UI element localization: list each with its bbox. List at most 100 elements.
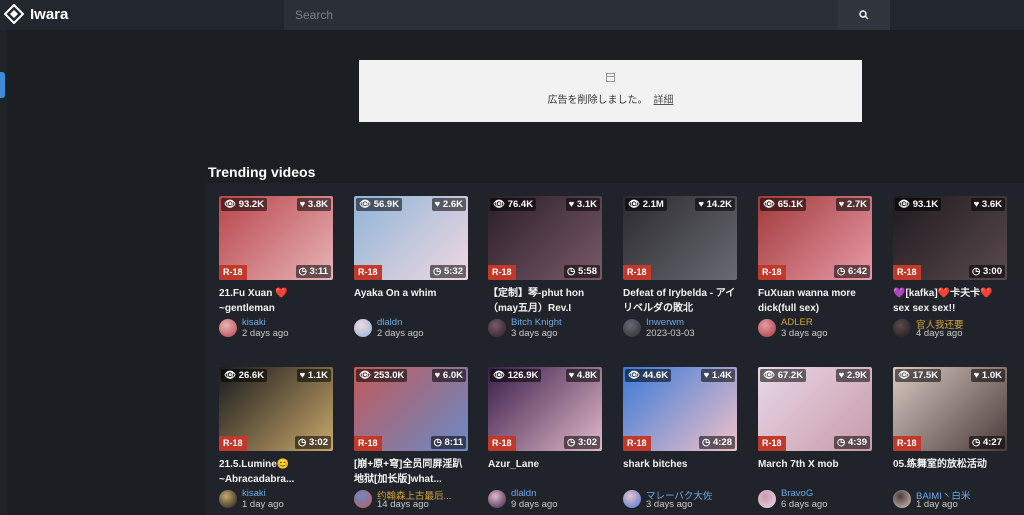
sidebar-toggle[interactable] [0,72,5,98]
video-thumbnail[interactable]: 👁 65.1K ♥ 2.7K R-18 ◷ 6:42 [758,196,872,280]
avatar[interactable] [488,490,506,508]
avatar[interactable] [758,490,776,508]
upload-date: 1 day ago [916,499,958,510]
view-count: 👁 44.6K [625,369,672,382]
avatar[interactable] [623,490,641,508]
upload-date: 4 days ago [916,328,963,339]
video-thumbnail[interactable]: 👁 253.0K ♥ 6.0K R-18 ◷ 8:11 [354,367,468,451]
video-thumbnail[interactable]: 👁 44.6K ♥ 1.4K R-18 ◷ 4:28 [623,367,737,451]
view-count: 👁 17.5K [895,369,942,382]
video-title[interactable]: 21.5.Lumine😊 ~Abracadabra... [219,457,333,487]
video-card[interactable]: 👁 65.1K ♥ 2.7K R-18 ◷ 6:42 FuXuan wanna … [758,196,872,341]
avatar[interactable] [354,490,372,508]
video-title[interactable]: 【定制】琴-phut hon（may五月）Rev.I [488,286,602,316]
avatar[interactable] [758,319,776,337]
like-count: ♥ 3.6K [970,198,1005,211]
video-thumbnail[interactable]: 👁 93.2K ♥ 3.8K R-18 ◷ 3:11 [219,196,333,280]
rating-badge: R-18 [219,436,247,451]
avatar[interactable] [219,490,237,508]
duration: ◷ 3:11 [295,265,331,278]
view-count: 👁 93.1K [895,198,942,211]
author-name[interactable]: dlaldn [511,488,536,499]
duration: ◷ 4:39 [834,436,870,449]
video-title[interactable]: [崩+原+穹]全员同屏淫趴地狱[加长版]what... [354,457,468,487]
author-name[interactable]: dlaldn [377,317,402,328]
view-count: 👁 2.1M [625,198,667,211]
view-count: 👁 26.6K [221,369,268,382]
like-count: ♥ 3.1K [565,198,600,211]
video-card[interactable]: 👁 67.2K ♥ 2.9K R-18 ◷ 4:39 March 7th X m… [758,367,872,512]
duration: ◷ 3:02 [295,436,331,449]
video-thumbnail[interactable]: 👁 76.4K ♥ 3.1K R-18 ◷ 5:58 [488,196,602,280]
video-card[interactable]: 👁 93.2K ♥ 3.8K R-18 ◷ 3:11 21.Fu Xuan ❤️… [219,196,333,341]
upload-date: 9 days ago [511,499,558,510]
brand-name[interactable]: Iwara [30,6,68,23]
like-count: ♥ 4.8K [565,369,600,382]
video-title[interactable]: Azur_Lane [488,457,602,487]
like-count: ♥ 1.0K [970,369,1005,382]
author-name[interactable]: Bitch Knight [511,317,562,328]
duration: ◷ 4:28 [699,436,735,449]
video-title[interactable]: shark bitches [623,457,737,487]
video-thumbnail[interactable]: 👁 67.2K ♥ 2.9K R-18 ◷ 4:39 [758,367,872,451]
like-count: ♥ 2.6K [431,198,466,211]
top-bar: Iwara [0,0,1024,30]
ad-details-link[interactable]: 詳細 [654,95,674,106]
duration: ◷ 5:58 [564,265,600,278]
upload-date: 3 days ago [646,499,693,510]
avatar[interactable] [354,319,372,337]
video-card[interactable]: 👁 93.1K ♥ 3.6K R-18 ◷ 3:00 💜[kafka]❤️卡夫卡… [893,196,1007,341]
video-title[interactable]: FuXuan wanna more dick(full sex) [758,286,872,316]
video-thumbnail[interactable]: 👁 26.6K ♥ 1.1K R-18 ◷ 3:02 [219,367,333,451]
like-count: ♥ 1.4K [700,369,735,382]
ad-removed-icon [606,73,615,82]
rating-badge: R-18 [354,265,382,280]
view-count: 👁 67.2K [760,369,807,382]
video-card[interactable]: 👁 76.4K ♥ 3.1K R-18 ◷ 5:58 【定制】琴-phut ho… [488,196,602,341]
video-thumbnail[interactable]: 👁 93.1K ♥ 3.6K R-18 ◷ 3:00 [893,196,1007,280]
video-thumbnail[interactable]: 👁 2.1M ♥ 14.2K R-18 ◷ [623,196,737,280]
rating-badge: R-18 [893,265,921,280]
duration: ◷ 3:02 [564,436,600,449]
video-title[interactable]: Defeat of Irybelda - アイリベルダの敗北 [623,286,737,316]
video-card[interactable]: 👁 44.6K ♥ 1.4K R-18 ◷ 4:28 shark bitches… [623,367,737,512]
video-card[interactable]: 👁 253.0K ♥ 6.0K R-18 ◷ 8:11 [崩+原+穹]全员同屏淫… [354,367,468,512]
avatar[interactable] [893,490,911,508]
avatar[interactable] [893,319,911,337]
rating-badge: R-18 [623,265,651,280]
author-name[interactable]: BravoG [781,488,813,499]
video-card[interactable]: 👁 126.9K ♥ 4.8K R-18 ◷ 3:02 Azur_Lane dl… [488,367,602,512]
author-name[interactable]: kisaki [242,488,266,499]
video-thumbnail[interactable]: 👁 56.9K ♥ 2.6K R-18 ◷ 5:32 [354,196,468,280]
search-input[interactable] [284,0,838,30]
video-thumbnail[interactable]: 👁 126.9K ♥ 4.8K R-18 ◷ 3:02 [488,367,602,451]
search-button[interactable] [838,0,890,30]
rating-badge: R-18 [758,436,786,451]
author-name[interactable]: kisaki [242,317,266,328]
like-count: ♥ 3.8K [296,198,331,211]
video-thumbnail[interactable]: 👁 17.5K ♥ 1.0K R-18 ◷ 4:27 [893,367,1007,451]
video-title[interactable]: 💜[kafka]❤️卡夫卡❤️sex sex sex!! [893,286,1007,316]
view-count: 👁 253.0K [356,369,408,382]
video-title[interactable]: 05.练舞室的放松活动 [893,457,1007,487]
view-count: 👁 76.4K [490,198,537,211]
video-title[interactable]: 21.Fu Xuan ❤️ ~gentleman [219,286,333,316]
author-name[interactable]: Inwerwm [646,317,684,328]
video-title[interactable]: Ayaka On a whim [354,286,468,316]
video-card[interactable]: 👁 17.5K ♥ 1.0K R-18 ◷ 4:27 05.练舞室的放松活动 B… [893,367,1007,512]
video-title[interactable]: March 7th X mob [758,457,872,487]
video-card[interactable]: 👁 26.6K ♥ 1.1K R-18 ◷ 3:02 21.5.Lumine😊 … [219,367,333,512]
author-name[interactable]: ADLER [781,317,813,328]
video-card[interactable]: 👁 56.9K ♥ 2.6K R-18 ◷ 5:32 Ayaka On a wh… [354,196,468,341]
avatar[interactable] [623,319,641,337]
view-count: 👁 126.9K [490,369,542,382]
avatar[interactable] [488,319,506,337]
view-count: 👁 93.2K [221,198,268,211]
duration: ◷ 3:00 [969,265,1005,278]
video-card[interactable]: 👁 2.1M ♥ 14.2K R-18 ◷ Defeat of Irybelda… [623,196,737,341]
avatar[interactable] [219,319,237,337]
rating-badge: R-18 [893,436,921,451]
upload-date: 3 days ago [511,328,558,339]
like-count: ♥ 14.2K [695,198,735,211]
iwara-logo-icon[interactable] [4,4,24,24]
